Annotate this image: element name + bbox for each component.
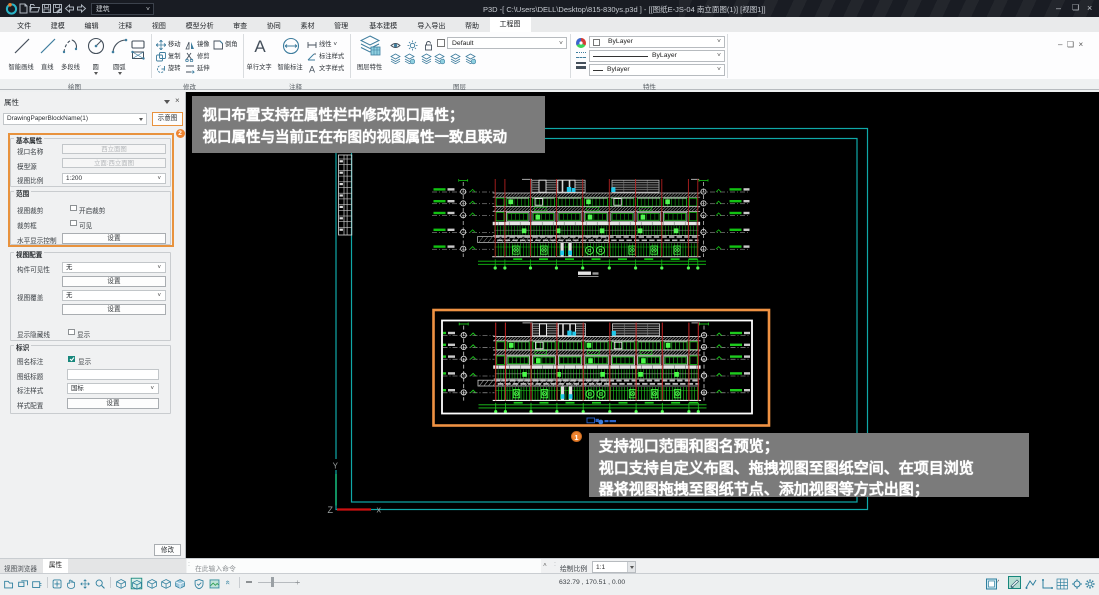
svg-text:Z: Z xyxy=(328,505,334,515)
svg-text:Y: Y xyxy=(333,462,339,471)
svg-text:A: A xyxy=(254,37,266,56)
svg-text:˄: ˄ xyxy=(997,579,999,585)
svg-text:x: x xyxy=(377,505,382,515)
svg-text:A: A xyxy=(309,65,315,75)
